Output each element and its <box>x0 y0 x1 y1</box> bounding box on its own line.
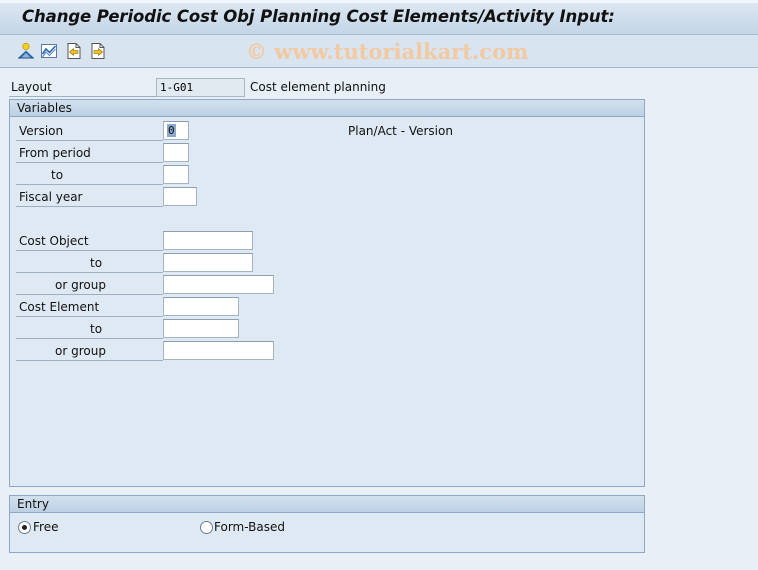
form-based-radio-label[interactable]: Form-Based <box>214 520 285 534</box>
cost-object-label: Cost Object <box>19 234 89 248</box>
version-label: Version <box>19 124 64 138</box>
to-period-label: to <box>51 168 64 182</box>
user-settings-icon[interactable] <box>17 42 35 60</box>
cost-object-to-label: to <box>90 256 103 270</box>
cost-element-to-label: to <box>90 322 103 336</box>
next-document-icon[interactable] <box>89 42 107 60</box>
entry-group: Entry <box>9 495 645 553</box>
to-period-underline <box>16 184 163 185</box>
cost-element-group-field[interactable] <box>163 341 274 360</box>
cost-object-to-field[interactable] <box>163 253 253 272</box>
cost-object-group-field[interactable] <box>163 275 274 294</box>
entry-group-header: Entry <box>10 496 644 513</box>
application-toolbar: © www.tutorialkart.com <box>0 35 758 68</box>
form-based-radio[interactable] <box>200 521 213 534</box>
version-underline <box>16 140 163 141</box>
cost-object-group-underline <box>16 294 163 295</box>
title-bar: Change Periodic Cost Obj Planning Cost E… <box>0 0 758 35</box>
watermark-text: © www.tutorialkart.com <box>246 39 529 64</box>
from-period-label: From period <box>19 146 91 160</box>
layout-underline <box>9 96 156 97</box>
variables-group: Variables <box>9 99 645 487</box>
version-description: Plan/Act - Version <box>348 124 453 138</box>
fiscal-year-underline <box>16 206 163 207</box>
cost-element-group-underline <box>16 360 163 361</box>
version-value: 0 <box>167 124 176 137</box>
previous-document-icon[interactable] <box>65 42 83 60</box>
variables-group-title: Variables <box>17 101 72 115</box>
fiscal-year-label: Fiscal year <box>19 190 83 204</box>
cost-element-field[interactable] <box>163 297 239 316</box>
from-period-underline <box>16 162 163 163</box>
page-title: Change Periodic Cost Obj Planning Cost E… <box>22 7 615 26</box>
layout-description: Cost element planning <box>250 80 386 94</box>
free-radio-label[interactable]: Free <box>33 520 58 534</box>
cost-object-field[interactable] <box>163 231 253 250</box>
variables-group-header: Variables <box>10 100 644 117</box>
version-field[interactable]: 0 <box>163 121 189 140</box>
cost-object-group-label: or group <box>55 278 106 292</box>
cost-element-group-label: or group <box>55 344 106 358</box>
cost-object-underline <box>16 250 163 251</box>
entry-group-title: Entry <box>17 497 49 511</box>
fiscal-year-field[interactable] <box>163 187 197 206</box>
layout-field[interactable]: 1-G01 <box>156 78 245 97</box>
free-radio[interactable] <box>18 521 31 534</box>
cost-element-to-underline <box>16 338 163 339</box>
from-period-field[interactable] <box>163 143 189 162</box>
cost-element-label: Cost Element <box>19 300 100 314</box>
cost-element-to-field[interactable] <box>163 319 239 338</box>
to-period-field[interactable] <box>163 165 189 184</box>
cost-object-to-underline <box>16 272 163 273</box>
cost-element-underline <box>16 316 163 317</box>
layout-label: Layout <box>11 80 52 94</box>
chart-icon[interactable] <box>40 42 58 60</box>
